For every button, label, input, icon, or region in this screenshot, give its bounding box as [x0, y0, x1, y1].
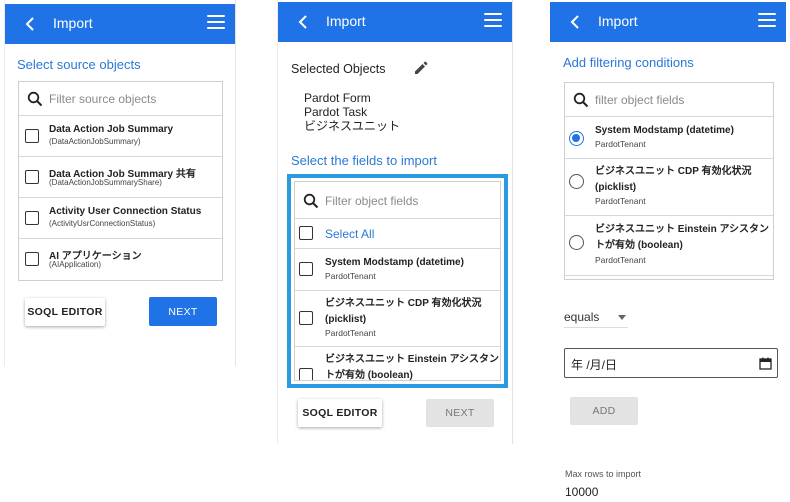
- soql-editor-button[interactable]: SOQL EDITOR: [298, 399, 382, 427]
- section-title: Add filtering conditions: [563, 55, 694, 70]
- field-object: PardotTenant: [325, 271, 376, 281]
- highlighted-field-list: Select All System Modstamp (datetime) Pa…: [287, 174, 508, 388]
- field-list: Select All System Modstamp (datetime) Pa…: [294, 181, 501, 381]
- list-item[interactable]: ビジネスユニット CDP 有効化状況 (picklist) PardotTena…: [565, 159, 773, 216]
- checkbox[interactable]: [299, 311, 313, 325]
- selected-object: ビジネスユニット: [304, 119, 401, 133]
- hamburger-menu-icon[interactable]: [758, 13, 776, 29]
- selected-object: Pardot Form: [304, 91, 371, 105]
- screen-select-source-objects: Import Select source objects Data Action…: [4, 0, 236, 366]
- selected-objects-list: Pardot Form Pardot Task ビジネスユニット: [304, 91, 400, 133]
- field-name: System Modstamp (datetime): [595, 125, 734, 136]
- select-all-checkbox[interactable]: [299, 226, 313, 240]
- search-icon: [27, 91, 43, 107]
- search-icon: [573, 92, 589, 108]
- list-item[interactable]: ビジネスユニット Einstein アシスタントが有効 (boolean): [295, 347, 500, 381]
- max-rows-value[interactable]: 10000: [565, 485, 598, 499]
- checkbox[interactable]: [25, 211, 39, 225]
- select-all-row[interactable]: Select All: [295, 219, 500, 249]
- checkbox[interactable]: [25, 129, 39, 143]
- search-row: [295, 182, 500, 219]
- dropdown-caret-icon: [618, 315, 626, 320]
- field-object: PardotTenant: [595, 139, 646, 149]
- section-title: Select source objects: [17, 57, 141, 72]
- app-bar: Import: [5, 4, 235, 44]
- object-api-name: (AIApplication): [49, 260, 102, 269]
- operator-value: equals: [564, 310, 600, 324]
- selected-object: Pardot Task: [304, 105, 368, 119]
- max-rows-label: Max rows to import: [565, 469, 642, 479]
- checkbox[interactable]: [299, 262, 313, 276]
- filter-field-list: System Modstamp (datetime) PardotTenant …: [564, 82, 774, 280]
- field-object: PardotTenant: [595, 255, 646, 265]
- app-bar-title: Import: [326, 13, 366, 29]
- back-arrow-icon[interactable]: [294, 10, 314, 34]
- screen-select-fields: Import Selected Objects Pardot Form Pard…: [277, 0, 513, 444]
- field-object: PardotTenant: [595, 196, 646, 206]
- list-item[interactable]: Activity User Connection Status (Activit…: [19, 198, 222, 239]
- object-api-name: (DataActionJobSummary): [49, 137, 141, 146]
- field-name: ビジネスユニット Einstein アシスタントが有効 (boolean): [325, 354, 500, 381]
- next-button[interactable]: NEXT: [149, 297, 217, 326]
- filter-source-objects-input[interactable]: [49, 88, 209, 110]
- date-value: 年 /月/日: [571, 358, 618, 372]
- object-name: Activity User Connection Status: [49, 206, 202, 217]
- app-bar: Import: [550, 2, 786, 42]
- field-name: System Modstamp (datetime): [325, 257, 464, 268]
- field-name: ビジネスユニット Einstein アシスタントが有効 (boolean): [595, 224, 770, 251]
- calendar-icon[interactable]: [759, 357, 772, 370]
- search-icon: [303, 193, 319, 209]
- back-arrow-icon[interactable]: [566, 10, 586, 34]
- list-item[interactable]: ビジネスユニット CDP 有効化状況 (picklist) PardotTena…: [295, 291, 500, 347]
- radio-button[interactable]: [569, 174, 584, 189]
- list-item[interactable]: System Modstamp (datetime) PardotTenant: [295, 249, 500, 291]
- checkbox[interactable]: [25, 170, 39, 184]
- list-item[interactable]: AI アプリケーション (AIApplication): [19, 239, 222, 280]
- search-row: [565, 83, 773, 117]
- radio-button-selected[interactable]: [569, 131, 584, 146]
- field-name: ビジネスユニット CDP 有効化状況 (picklist): [325, 298, 482, 325]
- app-bar-title: Import: [53, 15, 93, 31]
- fields-section-title: Select the fields to import: [291, 153, 437, 168]
- hamburger-menu-icon[interactable]: [484, 13, 502, 29]
- object-name: Data Action Job Summary: [49, 124, 174, 135]
- selected-objects-label: Selected Objects: [291, 62, 386, 76]
- screen-add-filtering-conditions: Import Add filtering conditions System M…: [550, 0, 786, 502]
- object-api-name: (DataActionJobSummaryShare): [49, 178, 162, 187]
- operator-select[interactable]: equals: [564, 308, 628, 328]
- list-item[interactable]: System Modstamp (datetime) PardotTenant: [565, 117, 773, 159]
- app-bar-title: Import: [598, 13, 638, 29]
- date-input[interactable]: 年 /月/日: [564, 348, 778, 378]
- app-bar: Import: [278, 2, 512, 42]
- filter-object-fields-input[interactable]: [595, 89, 755, 111]
- source-object-list: Data Action Job Summary (DataActionJobSu…: [18, 81, 223, 281]
- add-button[interactable]: ADD: [570, 397, 638, 425]
- list-item[interactable]: Data Action Job Summary (DataActionJobSu…: [19, 116, 222, 157]
- list-item[interactable]: Data Action Job Summary 共有 (DataActionJo…: [19, 157, 222, 198]
- back-arrow-icon[interactable]: [21, 12, 41, 36]
- radio-button[interactable]: [569, 235, 584, 250]
- object-api-name: (ActivityUsrConnectionStatus): [49, 219, 156, 228]
- hamburger-menu-icon[interactable]: [207, 15, 225, 31]
- soql-editor-button[interactable]: SOQL EDITOR: [25, 298, 105, 326]
- pencil-edit-icon[interactable]: [413, 60, 429, 76]
- checkbox[interactable]: [25, 252, 39, 266]
- field-object: PardotTenant: [325, 328, 376, 338]
- checkbox[interactable]: [299, 368, 313, 380]
- next-button[interactable]: NEXT: [426, 399, 494, 427]
- search-row: [19, 82, 222, 116]
- field-name: ビジネスユニット CDP 有効化状況 (picklist): [595, 166, 752, 193]
- select-all-label: Select All: [325, 227, 375, 241]
- list-item[interactable]: ビジネスユニット Einstein アシスタントが有効 (boolean) Pa…: [565, 216, 773, 276]
- filter-object-fields-input[interactable]: [325, 190, 485, 212]
